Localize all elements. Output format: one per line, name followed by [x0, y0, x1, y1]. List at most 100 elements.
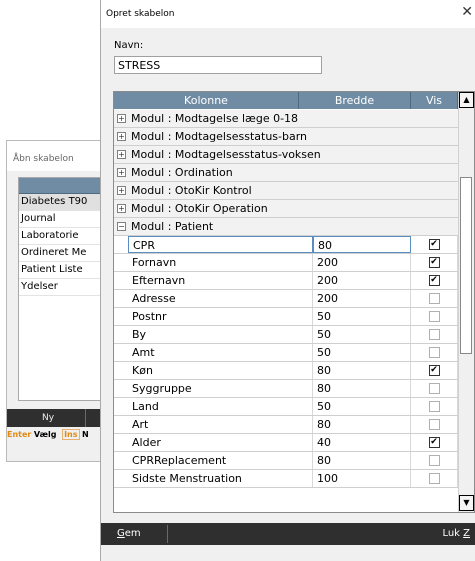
table-row[interactable]: Adresse 200	[114, 290, 458, 308]
column-width-cell[interactable]: 80	[313, 416, 411, 433]
visible-checkbox[interactable]: ✔	[428, 238, 440, 250]
module-row[interactable]: + Modul : Modtagelsesstatus-voksen	[114, 146, 458, 164]
expand-icon[interactable]: +	[117, 132, 126, 141]
visible-cell	[411, 290, 458, 307]
expand-icon[interactable]: +	[117, 204, 126, 213]
table-row[interactable]: Amt 50	[114, 344, 458, 362]
column-name-cell: Amt	[128, 344, 313, 361]
module-row[interactable]: + Modul : Modtagelsesstatus-barn	[114, 128, 458, 146]
column-width-cell[interactable]: 80	[313, 236, 411, 253]
column-name-cell: By	[128, 326, 313, 343]
visible-checkbox[interactable]	[428, 292, 440, 304]
module-row[interactable]: + Modul : Modtagelse læge 0-18	[114, 110, 458, 128]
visible-checkbox[interactable]	[428, 328, 440, 340]
expand-icon[interactable]: +	[117, 150, 126, 159]
visible-checkbox[interactable]	[428, 454, 440, 466]
column-header-bredde[interactable]: Bredde	[299, 92, 411, 109]
column-name-cell: Adresse	[128, 290, 313, 307]
table-row[interactable]: Land 50	[114, 398, 458, 416]
scrollbar-thumb[interactable]	[460, 177, 472, 354]
column-name-cell: Syggruppe	[128, 380, 313, 397]
dialog-titlebar: Opret skabelon ✕	[101, 0, 475, 28]
column-header-vis[interactable]: Vis	[411, 92, 458, 109]
visible-cell	[411, 380, 458, 397]
close-button[interactable]: Luk Z	[442, 525, 470, 543]
save-label: em	[124, 528, 141, 539]
visible-cell	[411, 416, 458, 433]
expand-icon[interactable]: +	[117, 168, 126, 177]
table-row[interactable]: Alder 40 ✔	[114, 434, 458, 452]
dialog-footer: Gem Luk Z	[101, 523, 475, 545]
module-row[interactable]: + Modul : OtoKir Operation	[114, 200, 458, 218]
column-width-cell[interactable]: 50	[313, 344, 411, 361]
column-width-cell[interactable]: 80	[313, 452, 411, 469]
column-header-kolonne[interactable]: Kolonne	[114, 92, 299, 109]
table-row[interactable]: Syggruppe 80	[114, 380, 458, 398]
visible-checkbox[interactable]: ✔	[428, 256, 440, 268]
column-width-cell[interactable]: 200	[313, 272, 411, 289]
visible-cell: ✔	[411, 236, 458, 253]
visible-checkbox[interactable]	[428, 472, 440, 484]
collapse-icon[interactable]: −	[117, 222, 126, 231]
visible-checkbox[interactable]: ✔	[428, 274, 440, 286]
hint-enter-text: Vælg	[33, 430, 57, 439]
close-icon[interactable]: ✕	[461, 4, 473, 20]
name-label: Navn:	[114, 40, 144, 51]
close-mnemonic: Z	[463, 528, 470, 539]
scroll-up-icon[interactable]: ▲	[459, 92, 474, 108]
table-row[interactable]: Fornavn 200 ✔	[114, 254, 458, 272]
table-row[interactable]: Art 80	[114, 416, 458, 434]
module-label: Modul : OtoKir Kontrol	[131, 184, 252, 197]
scroll-down-icon[interactable]: ▼	[459, 495, 474, 511]
module-row[interactable]: + Modul : OtoKir Kontrol	[114, 182, 458, 200]
visible-checkbox[interactable]	[428, 310, 440, 322]
column-name-cell: Land	[128, 398, 313, 415]
table-row[interactable]: By 50	[114, 326, 458, 344]
column-width-cell[interactable]: 40	[313, 434, 411, 451]
column-width-cell[interactable]: 80	[313, 380, 411, 397]
module-label: Modul : Modtagelsesstatus-voksen	[131, 148, 321, 161]
visible-cell	[411, 452, 458, 469]
column-width-cell[interactable]: 50	[313, 398, 411, 415]
module-label: Modul : Ordination	[131, 166, 233, 179]
visible-checkbox[interactable]: ✔	[428, 364, 440, 376]
table-row[interactable]: Postnr 50	[114, 308, 458, 326]
column-name-cell: Postnr	[128, 308, 313, 325]
column-width-cell[interactable]: 80	[313, 362, 411, 379]
visible-cell: ✔	[411, 434, 458, 451]
column-width-cell[interactable]: 200	[313, 290, 411, 307]
module-label: Modul : Modtagelsesstatus-barn	[131, 130, 308, 143]
visible-cell: ✔	[411, 254, 458, 271]
column-name-cell: Art	[128, 416, 313, 433]
name-input[interactable]	[114, 56, 322, 74]
visible-checkbox[interactable]	[428, 418, 440, 430]
table-row[interactable]: Køn 80 ✔	[114, 362, 458, 380]
close-label: Luk	[442, 528, 464, 539]
module-label: Modul : Patient	[131, 220, 214, 233]
new-button[interactable]: Ny	[11, 409, 86, 427]
column-width-cell[interactable]: 200	[313, 254, 411, 271]
module-label: Modul : Modtagelse læge 0-18	[131, 112, 299, 125]
table-row[interactable]: CPRReplacement 80	[114, 452, 458, 470]
column-width-cell[interactable]: 50	[313, 308, 411, 325]
column-name-cell: Efternavn	[128, 272, 313, 289]
create-template-dialog: Opret skabelon ✕ Navn: Kolonne Bredde Vi…	[100, 0, 475, 561]
visible-checkbox[interactable]	[428, 382, 440, 394]
module-row[interactable]: + Modul : Ordination	[114, 164, 458, 182]
visible-cell	[411, 398, 458, 415]
table-row[interactable]: Efternavn 200 ✔	[114, 272, 458, 290]
expand-icon[interactable]: +	[117, 114, 126, 123]
visible-checkbox[interactable]	[428, 400, 440, 412]
column-width-cell[interactable]: 50	[313, 326, 411, 343]
visible-checkbox[interactable]	[428, 346, 440, 358]
module-row[interactable]: − Modul : Patient	[114, 218, 458, 236]
visible-checkbox[interactable]: ✔	[428, 436, 440, 448]
table-row[interactable]: Sidste Menstruation 100	[114, 470, 458, 488]
expand-icon[interactable]: +	[117, 186, 126, 195]
hint-ins-text: N	[82, 430, 89, 439]
table-row[interactable]: CPR 80 ✔	[114, 236, 458, 254]
save-button[interactable]: Gem	[113, 525, 168, 543]
column-name-cell: Køn	[128, 362, 313, 379]
grid-scrollbar[interactable]: ▲ ▼	[458, 92, 474, 512]
column-width-cell[interactable]: 100	[313, 470, 411, 487]
